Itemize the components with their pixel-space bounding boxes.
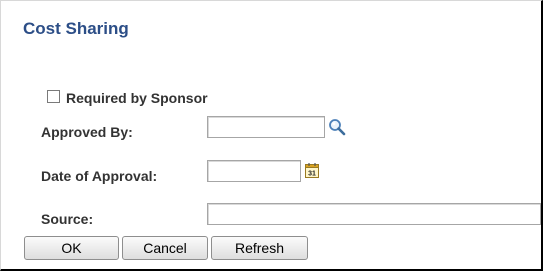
- calendar-icon-text: 31: [308, 171, 316, 178]
- calendar-icon[interactable]: 31: [305, 163, 320, 179]
- dialog-title: Cost Sharing: [23, 19, 129, 38]
- required-by-sponsor-checkbox[interactable]: [47, 90, 60, 103]
- cancel-button[interactable]: Cancel: [122, 236, 208, 260]
- ok-button[interactable]: OK: [24, 236, 119, 260]
- approved-by-label: Approved By:: [41, 124, 133, 140]
- source-label: Source:: [41, 211, 94, 227]
- cost-sharing-dialog: Cost Sharing Required by Sponsor Approve…: [0, 0, 543, 271]
- source-input[interactable]: [207, 203, 541, 225]
- approved-by-input[interactable]: [207, 116, 325, 138]
- lookup-magnifier-icon[interactable]: [328, 118, 346, 136]
- refresh-button[interactable]: Refresh: [211, 236, 308, 260]
- date-of-approval-label: Date of Approval:: [41, 168, 158, 184]
- required-by-sponsor-label[interactable]: Required by Sponsor: [66, 90, 208, 106]
- date-of-approval-input[interactable]: [207, 160, 301, 182]
